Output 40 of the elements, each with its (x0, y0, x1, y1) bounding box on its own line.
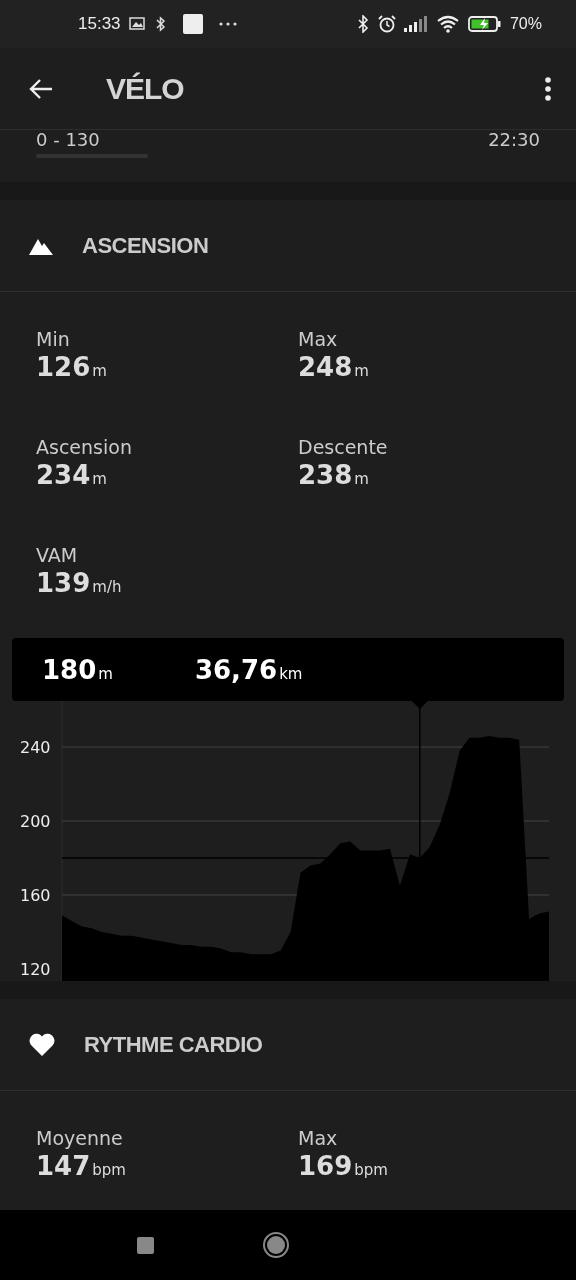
battery-icon (467, 15, 502, 33)
home-icon[interactable] (261, 1231, 290, 1259)
section-title: ASCENSION (82, 232, 209, 259)
section-title: RYTHME CARDIO (84, 1031, 263, 1058)
stat-label: Max (298, 328, 339, 350)
battery-percentage: 70% (509, 15, 542, 33)
stat-label: VAM (36, 544, 79, 566)
back-arrow-icon[interactable] (28, 77, 54, 100)
stat-value: 238 m (298, 460, 370, 490)
signal-icon (403, 16, 428, 32)
stat-value: 126 m (36, 352, 108, 382)
notification-icon (182, 14, 203, 34)
axis-label: 120 (20, 960, 51, 979)
heart-icon (28, 1032, 56, 1057)
stat-label: Descente (298, 436, 389, 458)
status-time: 15:33 (78, 14, 121, 34)
axis-label: 200 (20, 812, 51, 832)
tooltip-value: 180 m (42, 654, 113, 685)
more-icon (218, 22, 237, 26)
stat-value: 248 m (298, 352, 370, 382)
zone-range: 0 - 130 (36, 130, 101, 150)
recent-apps-icon[interactable] (136, 1236, 154, 1254)
image-icon (128, 16, 147, 32)
wifi-icon (435, 15, 460, 33)
stat-value: 147 bpm (36, 1151, 127, 1181)
bluetooth-icon (357, 15, 370, 33)
zone-time: 22:30 (488, 130, 540, 150)
stat-value: 139 m/h (36, 568, 123, 598)
axis-label: 240 (20, 738, 51, 758)
alarm-icon (377, 15, 396, 33)
stat-label: Max (298, 1127, 339, 1149)
more-options-icon[interactable] (544, 76, 552, 101)
stat-label: Min (36, 328, 71, 350)
tooltip-value: 36,76 km (194, 654, 303, 685)
stat-value: 169 bpm (298, 1151, 389, 1181)
stat-label: Ascension (36, 436, 133, 458)
stat-value: 234 m (36, 460, 108, 490)
stat-label: Moyenne (36, 1127, 124, 1149)
axis-label: 160 (20, 886, 51, 905)
screen-title: VÉLO (106, 71, 184, 106)
